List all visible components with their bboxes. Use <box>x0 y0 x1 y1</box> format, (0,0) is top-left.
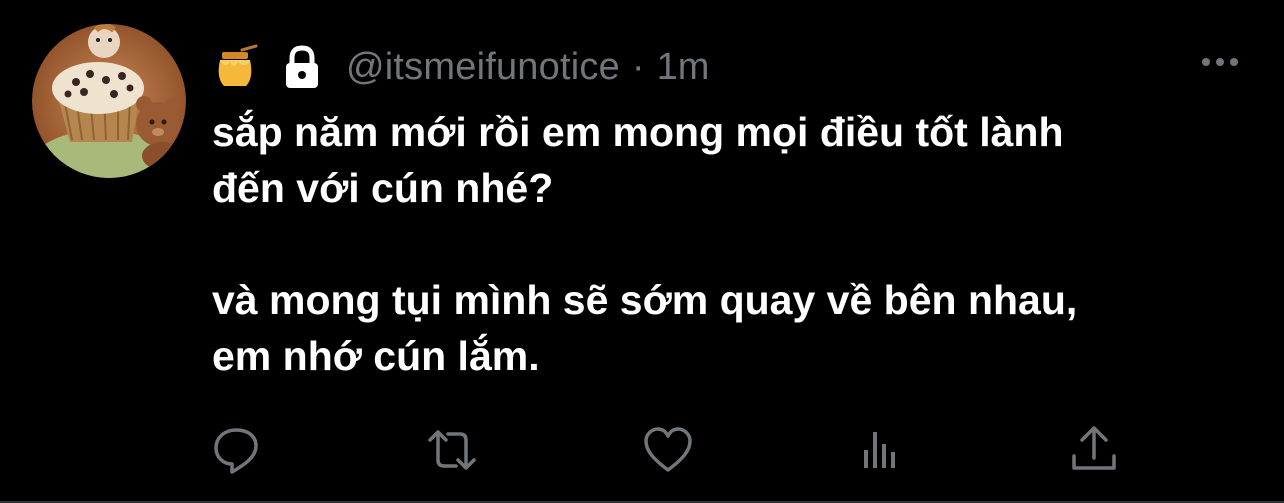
tweet-time[interactable]: 1m <box>657 46 710 89</box>
tweet-line: đến với cún nhé? <box>212 165 554 211</box>
honey-pot-icon <box>212 44 260 90</box>
tweet: @itsmeifunotice · 1m sắp năm mới rồi em … <box>0 0 1284 503</box>
tweet-line: và mong tụi mình sẽ sớm quay về bên nhau… <box>212 277 1078 323</box>
share-icon[interactable] <box>1068 424 1120 476</box>
like-icon[interactable] <box>642 424 694 476</box>
tweet-line: em nhớ cún lắm. <box>212 333 540 379</box>
separator-dot: · <box>631 45 645 88</box>
lock-icon <box>278 44 326 90</box>
more-icon[interactable] <box>1198 52 1242 72</box>
views-icon[interactable] <box>858 424 910 476</box>
reply-icon[interactable] <box>210 424 262 476</box>
tweet-header: @itsmeifunotice · 1m <box>212 44 709 90</box>
user-handle[interactable]: @itsmeifunotice <box>346 46 620 89</box>
retweet-icon[interactable] <box>426 424 478 476</box>
tweet-text: sắp năm mới rồi em mong mọi điều tốt làn… <box>212 104 1252 384</box>
tweet-line: sắp năm mới rồi em mong mọi điều tốt làn… <box>212 109 1064 155</box>
avatar[interactable] <box>32 24 186 178</box>
action-bar <box>0 424 1284 476</box>
